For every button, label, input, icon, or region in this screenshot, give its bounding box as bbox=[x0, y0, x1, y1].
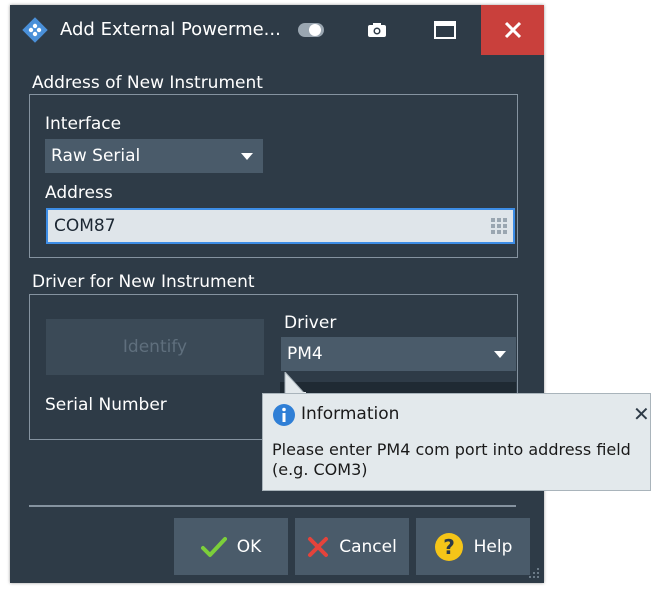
ok-label: OK bbox=[236, 536, 262, 557]
address-group-label: Address of New Instrument bbox=[32, 73, 263, 93]
tooltip-message: Please enter PM4 com port into address f… bbox=[272, 440, 631, 480]
address-value: COM87 bbox=[54, 216, 116, 236]
address-label: Address bbox=[45, 183, 113, 203]
chevron-down-icon bbox=[241, 153, 253, 160]
close-button[interactable] bbox=[481, 5, 544, 55]
camera-icon bbox=[368, 23, 386, 37]
tooltip-title: Information bbox=[301, 404, 400, 424]
info-icon bbox=[273, 404, 295, 426]
serial-number-label: Serial Number bbox=[45, 395, 167, 415]
svg-text:?: ? bbox=[443, 535, 455, 559]
title-bar: Add External Powerme... bbox=[10, 5, 544, 55]
driver-value: PM4 bbox=[287, 344, 323, 364]
toggle-icon bbox=[298, 23, 324, 37]
information-tooltip: Information ✕ Please enter PM4 com port … bbox=[262, 393, 651, 491]
help-label: Help bbox=[473, 536, 513, 557]
cancel-button[interactable]: Cancel bbox=[295, 518, 409, 575]
interface-value: Raw Serial bbox=[51, 146, 141, 166]
maximize-icon bbox=[434, 21, 456, 39]
tooltip-line-2: (e.g. COM3) bbox=[272, 460, 368, 479]
app-logo-icon bbox=[22, 17, 48, 43]
screenshot-button[interactable] bbox=[354, 5, 400, 55]
help-button[interactable]: ? Help bbox=[416, 518, 530, 575]
cancel-x-icon bbox=[308, 536, 329, 557]
driver-label: Driver bbox=[284, 313, 337, 333]
maximize-button[interactable] bbox=[422, 5, 468, 55]
toggle-button[interactable] bbox=[288, 5, 334, 55]
tooltip-close-icon[interactable]: ✕ bbox=[633, 402, 650, 426]
help-icon: ? bbox=[434, 532, 463, 561]
tooltip-line-1: Please enter PM4 com port into address f… bbox=[272, 440, 631, 459]
interface-label: Interface bbox=[45, 114, 122, 134]
footer-divider bbox=[29, 505, 516, 507]
address-input[interactable]: COM87 bbox=[46, 208, 515, 244]
add-external-powermeter-dialog: Add External Powerme... Address of New I… bbox=[10, 5, 544, 583]
identify-label: Identify bbox=[122, 337, 188, 357]
ok-button[interactable]: OK bbox=[174, 518, 288, 575]
window-title: Add External Powerme... bbox=[60, 19, 281, 40]
keypad-icon[interactable] bbox=[491, 218, 507, 234]
driver-select[interactable]: PM4 bbox=[281, 337, 516, 371]
identify-button[interactable]: Identify bbox=[46, 319, 264, 375]
checkmark-icon bbox=[200, 536, 227, 557]
interface-select[interactable]: Raw Serial bbox=[45, 139, 263, 173]
chevron-down-icon bbox=[494, 351, 506, 358]
cancel-label: Cancel bbox=[339, 536, 397, 557]
close-icon bbox=[504, 21, 521, 39]
driver-group-label: Driver for New Instrument bbox=[32, 272, 255, 292]
resize-grip-icon[interactable] bbox=[528, 567, 540, 579]
